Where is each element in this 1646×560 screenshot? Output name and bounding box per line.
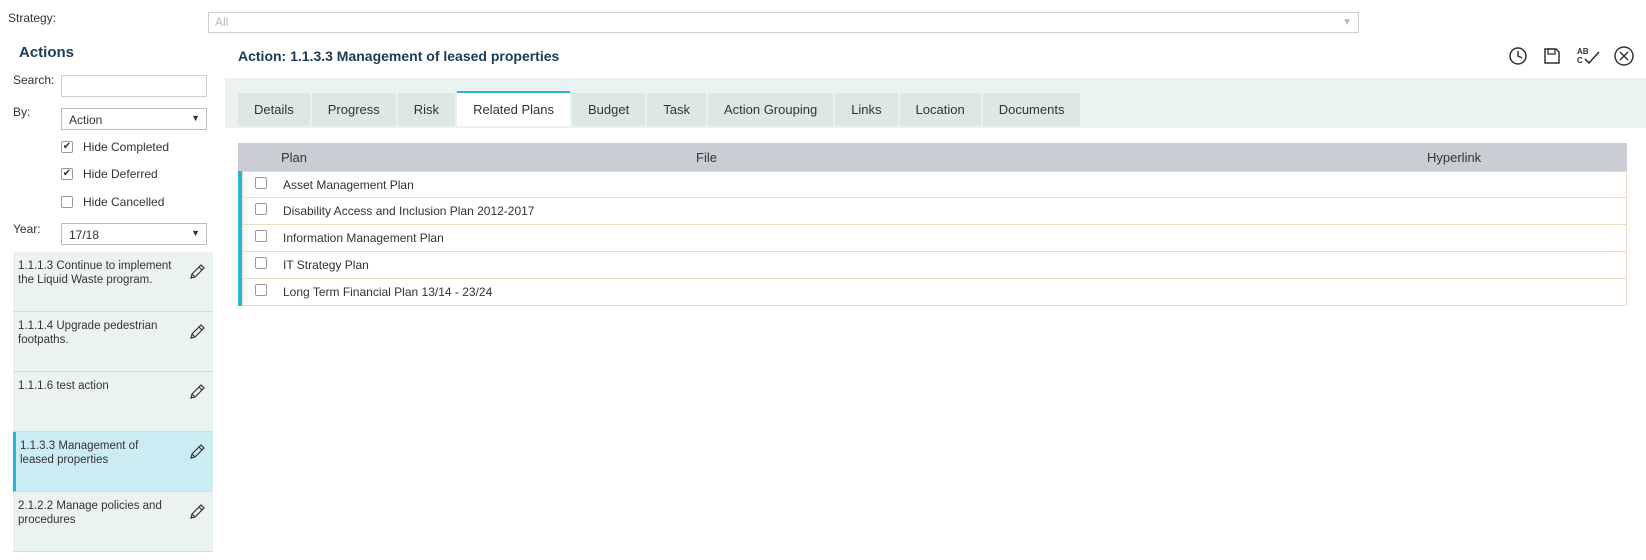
chevron-down-icon: ▼ — [1342, 17, 1352, 28]
plan-cell: Disability Access and Inclusion Plan 201… — [283, 204, 535, 218]
strategy-select[interactable]: All ▼ — [208, 12, 1359, 33]
chevron-down-icon: ▼ — [191, 113, 200, 123]
action-item-label: 1.1.1.3 Continue to implement the Liquid… — [18, 260, 172, 286]
chevron-down-icon: ▼ — [191, 228, 200, 238]
table-row[interactable]: Long Term Financial Plan 13/14 - 23/24 — [242, 279, 1627, 306]
plan-cell: Information Management Plan — [283, 231, 444, 245]
related-plans-table: Plan File Hyperlink Asset Management Pla… — [238, 143, 1627, 306]
pencil-icon[interactable] — [187, 322, 207, 342]
tab-location[interactable]: Location — [899, 93, 981, 126]
plan-cell: Asset Management Plan — [283, 178, 414, 192]
plan-cell: IT Strategy Plan — [283, 258, 369, 272]
tab-action-grouping[interactable]: Action Grouping — [707, 93, 834, 126]
action-item-label: 1.1.1.4 Upgrade pedestrian footpaths. — [18, 320, 158, 346]
history-icon[interactable] — [1507, 45, 1529, 67]
action-item-label: 1.1.1.6 test action — [18, 380, 109, 392]
tab-task[interactable]: Task — [647, 93, 706, 126]
action-item-label: 1.1.3.3 Management of leased properties — [20, 440, 139, 466]
spellcheck-icon[interactable]: AB C — [1575, 45, 1601, 67]
hide-deferred-checkbox[interactable]: ✔ Hide Deferred — [61, 166, 158, 182]
column-header-hyperlink[interactable]: Hyperlink — [1427, 150, 1481, 165]
save-icon[interactable] — [1541, 45, 1563, 67]
search-label: Search: — [13, 73, 55, 87]
table-header: Plan File Hyperlink — [238, 143, 1627, 171]
year-value: 17/18 — [69, 228, 100, 242]
hide-cancelled-checkbox[interactable]: Hide Cancelled — [61, 194, 164, 210]
tab-risk[interactable]: Risk — [397, 93, 456, 126]
search-input[interactable] — [61, 75, 207, 97]
year-label: Year: — [13, 222, 41, 236]
pencil-icon[interactable] — [187, 382, 207, 402]
action-list-item[interactable]: 1.1.1.6 test action — [13, 372, 213, 432]
action-list-item[interactable]: 1.1.1.3 Continue to implement the Liquid… — [13, 252, 213, 312]
table-row[interactable]: Information Management Plan — [242, 225, 1627, 252]
by-value: Action — [69, 113, 103, 127]
tab-bar: Details Progress Risk Related Plans Budg… — [238, 91, 1082, 126]
action-list-item[interactable]: 1.1.1.4 Upgrade pedestrian footpaths. — [13, 312, 213, 372]
action-item-label: 2.1.2.2 Manage policies and procedures — [18, 500, 162, 526]
strategy-value: All — [215, 15, 229, 29]
tab-progress[interactable]: Progress — [311, 93, 396, 126]
svg-text:AB: AB — [1577, 47, 1589, 56]
tab-documents[interactable]: Documents — [982, 93, 1081, 126]
filter-label: Hide Cancelled — [83, 195, 165, 209]
tab-budget[interactable]: Budget — [572, 93, 646, 126]
close-icon[interactable] — [1613, 45, 1635, 67]
page-title: Action: 1.1.3.3 Management of leased pro… — [238, 48, 560, 64]
action-list-item-selected[interactable]: 1.1.3.3 Management of leased properties — [13, 432, 213, 492]
tab-details[interactable]: Details — [238, 93, 310, 126]
row-checkbox[interactable] — [255, 203, 267, 215]
checkbox-checked-icon[interactable]: ✔ — [61, 168, 73, 180]
actions-title: Actions — [19, 44, 75, 61]
svg-text:C: C — [1577, 56, 1583, 65]
pencil-icon[interactable] — [187, 502, 207, 522]
by-label: By: — [13, 105, 31, 119]
action-list-item[interactable]: 2.1.2.2 Manage policies and procedures — [13, 492, 213, 552]
table-row[interactable]: Disability Access and Inclusion Plan 201… — [242, 198, 1627, 225]
strategy-label: Strategy: — [8, 11, 57, 25]
year-select[interactable]: 17/18 ▼ — [61, 223, 207, 245]
by-select[interactable]: Action ▼ — [61, 108, 207, 130]
column-header-plan[interactable]: Plan — [281, 150, 307, 165]
column-header-file[interactable]: File — [696, 150, 717, 165]
table-row[interactable]: IT Strategy Plan — [242, 252, 1627, 279]
table-body: Asset Management Plan Disability Access … — [238, 171, 1627, 306]
checkbox-checked-icon[interactable]: ✔ — [61, 141, 73, 153]
action-list: 1.1.1.3 Continue to implement the Liquid… — [13, 252, 213, 552]
row-checkbox[interactable] — [255, 284, 267, 296]
pencil-icon[interactable] — [187, 442, 207, 462]
row-checkbox[interactable] — [255, 177, 267, 189]
tab-links[interactable]: Links — [835, 93, 898, 126]
table-row[interactable]: Asset Management Plan — [242, 171, 1627, 198]
hide-completed-checkbox[interactable]: ✔ Hide Completed — [61, 139, 169, 155]
row-checkbox[interactable] — [255, 257, 267, 269]
pencil-icon[interactable] — [187, 262, 207, 282]
tab-related-plans[interactable]: Related Plans — [457, 91, 571, 126]
plan-cell: Long Term Financial Plan 13/14 - 23/24 — [283, 285, 493, 299]
filter-label: Hide Deferred — [83, 167, 158, 181]
row-checkbox[interactable] — [255, 230, 267, 242]
filter-label: Hide Completed — [83, 140, 170, 154]
checkbox-unchecked-icon[interactable] — [61, 196, 73, 208]
